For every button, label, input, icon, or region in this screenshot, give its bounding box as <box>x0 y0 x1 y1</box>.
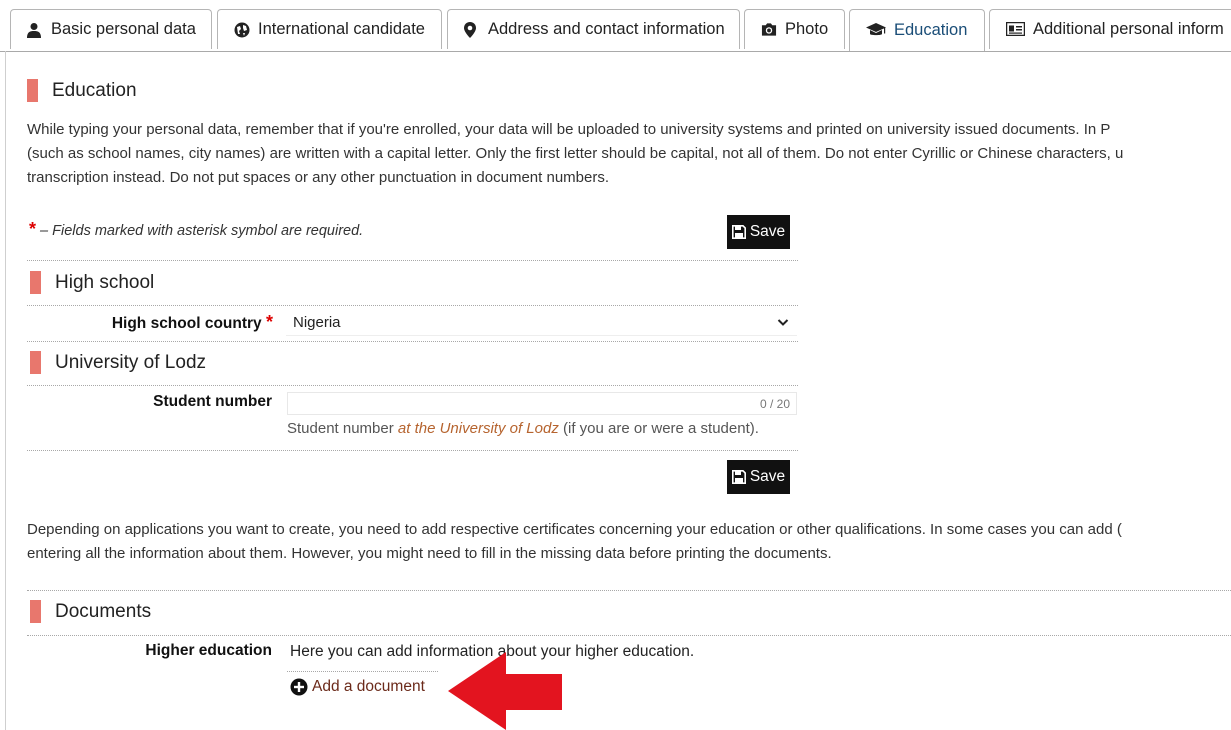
hint-text: (if you are or were a student). <box>558 420 759 437</box>
intro-line-1: While typing your personal data, remembe… <box>27 121 1111 138</box>
divider <box>27 590 1231 591</box>
tab-label: Education <box>894 21 968 39</box>
divider <box>27 450 798 451</box>
tab-label: Additional personal inform <box>1033 20 1224 38</box>
id-card-icon <box>1006 21 1025 38</box>
section-title-text: High school <box>55 271 155 293</box>
camera-icon <box>761 22 777 38</box>
section-marker <box>27 79 38 102</box>
tab-address-contact[interactable]: Address and contact information <box>447 9 740 49</box>
section-title-documents: Documents <box>30 600 151 623</box>
tab-label: Basic personal data <box>51 20 196 38</box>
intro-line-3: transcription instead. Do not put spaces… <box>27 169 610 186</box>
user-icon <box>27 22 43 38</box>
hint-text: Student number <box>287 420 398 437</box>
section-title-text: Documents <box>55 600 152 622</box>
tab-bar: Basic personal data International candid… <box>0 0 1231 52</box>
floppy-disk-icon <box>731 225 746 239</box>
high-school-country-label-text: High school country <box>111 315 262 332</box>
divider <box>27 635 1231 636</box>
add-document-link[interactable]: Add a document <box>290 678 425 696</box>
globe-icon <box>234 22 250 38</box>
high-school-country-label: High school country * <box>60 312 273 333</box>
save-button-label: Save <box>749 223 786 240</box>
student-number-label: Student number <box>153 393 272 410</box>
plus-circle-icon <box>290 678 308 696</box>
tab-label: International candidate <box>258 20 425 38</box>
hint-emphasis: at the University of Lodz <box>397 420 559 437</box>
certificates-note-line-1: Depending on applications you want to cr… <box>27 521 1122 538</box>
required-fields-note: * – Fields marked with asterisk symbol a… <box>29 219 363 240</box>
section-title-high-school: High school <box>30 271 154 294</box>
tab-education[interactable]: Education <box>849 9 985 51</box>
section-title-university: University of Lodz <box>30 351 206 374</box>
divider <box>27 385 798 386</box>
tab-basic-personal-data[interactable]: Basic personal data <box>10 9 212 49</box>
divider <box>27 260 798 261</box>
higher-education-label: Higher education <box>145 642 272 659</box>
high-school-country-value: Nigeria <box>293 314 341 331</box>
section-marker <box>30 351 41 374</box>
section-marker <box>30 271 41 294</box>
required-note-text: – Fields marked with asterisk symbol are… <box>40 223 364 239</box>
required-asterisk: * <box>265 312 273 332</box>
tab-label: Address and contact information <box>488 20 725 38</box>
page-title: Education <box>27 79 137 102</box>
divider <box>287 671 438 672</box>
red-arrow-annotation-icon <box>448 652 562 730</box>
certificates-note-line-2: entering all the information about them.… <box>27 545 832 562</box>
page-title-text: Education <box>52 79 137 101</box>
section-marker <box>30 600 41 623</box>
section-title-text: University of Lodz <box>55 351 207 373</box>
save-button-label: Save <box>749 468 786 485</box>
tab-international-candidate[interactable]: International candidate <box>217 9 442 49</box>
student-number-input[interactable]: 0 / 20 <box>287 392 797 415</box>
divider <box>27 305 798 306</box>
tab-additional-personal-information[interactable]: Additional personal inform <box>989 9 1231 49</box>
student-number-hint: Student number at the University of Lodz… <box>287 420 759 437</box>
intro-line-2: (such as school names, city names) are w… <box>27 145 1124 162</box>
graduation-cap-icon <box>866 22 886 39</box>
high-school-country-select[interactable]: Nigeria <box>286 310 797 336</box>
student-number-counter: 0 / 20 <box>759 396 790 411</box>
floppy-disk-icon <box>731 470 746 484</box>
map-marker-icon <box>464 21 480 38</box>
chevron-down-icon <box>777 319 789 326</box>
save-button[interactable]: Save <box>727 460 790 494</box>
divider <box>27 341 798 342</box>
required-asterisk: * <box>29 219 37 239</box>
add-document-label: Add a document <box>312 678 425 695</box>
save-button[interactable]: Save <box>727 215 790 249</box>
tab-label: Photo <box>785 20 829 38</box>
tab-photo[interactable]: Photo <box>744 9 845 49</box>
content-left-border <box>5 51 6 730</box>
